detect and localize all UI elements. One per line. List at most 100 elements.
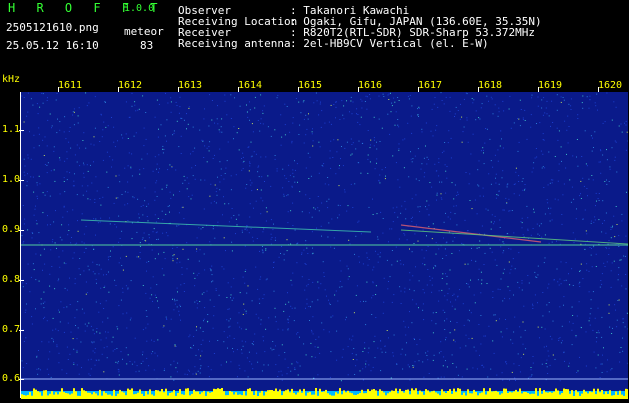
noise-dot: [42, 270, 43, 271]
noise-dot: [288, 367, 289, 368]
noise-dot: [31, 277, 32, 278]
noise-dot: [52, 330, 53, 331]
signal-trace: [401, 225, 541, 242]
noise-dot: [382, 169, 383, 170]
noise-dot: [93, 161, 94, 162]
noise-dot: [104, 286, 105, 287]
noise-dot: [502, 300, 503, 301]
noise-dot: [379, 175, 380, 176]
noise-dot: [237, 376, 238, 377]
noise-dot: [336, 291, 337, 292]
noise-dot: [602, 364, 603, 365]
noise-dot: [415, 194, 416, 195]
level-bar: [471, 393, 473, 399]
noise-dot: [562, 224, 563, 225]
noise-dot: [219, 149, 220, 150]
noise-dot: [445, 273, 446, 274]
noise-dot: [130, 167, 131, 168]
noise-dot: [155, 191, 156, 192]
noise-dot: [536, 148, 537, 149]
level-bar: [51, 391, 53, 399]
noise-dot: [566, 154, 567, 155]
noise-dot: [420, 206, 421, 207]
noise-dot: [144, 240, 145, 241]
noise-dot: [94, 342, 95, 343]
noise-dot: [67, 234, 68, 235]
level-bar: [579, 396, 581, 399]
noise-dot: [87, 198, 88, 199]
noise-dot: [613, 216, 614, 217]
level-bar: [601, 390, 603, 399]
noise-dot: [486, 209, 487, 210]
noise-dot: [412, 275, 413, 276]
noise-dot: [412, 365, 413, 366]
noise-dot: [329, 122, 330, 123]
noise-dot: [396, 162, 397, 163]
noise-dot: [598, 219, 599, 220]
noise-dot: [450, 270, 451, 271]
level-bar: [45, 390, 47, 399]
noise-dot: [317, 207, 318, 208]
noise-dot: [458, 194, 459, 195]
noise-dot: [290, 175, 291, 176]
noise-dot: [412, 251, 413, 252]
noise-dot: [317, 299, 318, 300]
noise-dot: [406, 342, 407, 343]
noise-dot: [514, 193, 515, 194]
noise-dot: [306, 248, 307, 249]
noise-dot: [170, 364, 171, 365]
noise-dot: [151, 294, 152, 295]
noise-dot: [561, 214, 562, 215]
noise-dot: [481, 280, 482, 281]
noise-dot: [188, 183, 189, 184]
noise-dot: [140, 242, 141, 243]
noise-dot: [43, 93, 44, 94]
noise-dot: [134, 362, 135, 363]
noise-dot: [207, 314, 208, 315]
noise-dot: [344, 189, 345, 190]
noise-dot: [217, 118, 218, 119]
noise-dot: [480, 196, 481, 197]
noise-dot: [623, 256, 624, 257]
noise-dot: [35, 209, 36, 210]
noise-dot: [351, 339, 352, 340]
level-bar: [99, 390, 101, 399]
noise-dot: [419, 360, 420, 361]
noise-dot: [292, 203, 293, 204]
noise-dot: [49, 351, 50, 352]
noise-dot: [572, 315, 573, 316]
noise-dot: [39, 134, 40, 135]
noise-dot: [337, 139, 338, 140]
noise-dot: [504, 210, 505, 211]
noise-dot: [226, 297, 227, 298]
noise-dot: [200, 249, 201, 250]
noise-dot: [305, 115, 306, 116]
noise-dot: [96, 283, 97, 284]
noise-dot: [493, 315, 494, 316]
noise-dot: [607, 359, 608, 360]
level-bar: [547, 393, 549, 399]
y-tick: [19, 130, 24, 131]
noise-dot: [561, 161, 562, 162]
noise-dot: [54, 181, 55, 182]
noise-dot: [557, 128, 558, 129]
noise-dot: [75, 278, 76, 279]
noise-dot: [378, 262, 379, 263]
noise-dot: [468, 264, 469, 265]
noise-dot: [177, 306, 178, 307]
noise-dot: [66, 151, 67, 152]
noise-dot: [158, 129, 159, 130]
noise-dot: [370, 140, 371, 141]
noise-dot: [433, 223, 434, 224]
noise-dot: [506, 363, 507, 364]
noise-dot: [600, 377, 601, 378]
noise-dot: [523, 118, 524, 119]
noise-dot: [334, 248, 335, 249]
noise-dot: [58, 330, 59, 331]
noise-dot: [271, 239, 272, 240]
level-bar: [285, 390, 287, 399]
noise-dot: [116, 227, 117, 228]
noise-dot: [618, 279, 619, 280]
noise-dot: [99, 198, 100, 199]
noise-dot: [55, 242, 56, 243]
